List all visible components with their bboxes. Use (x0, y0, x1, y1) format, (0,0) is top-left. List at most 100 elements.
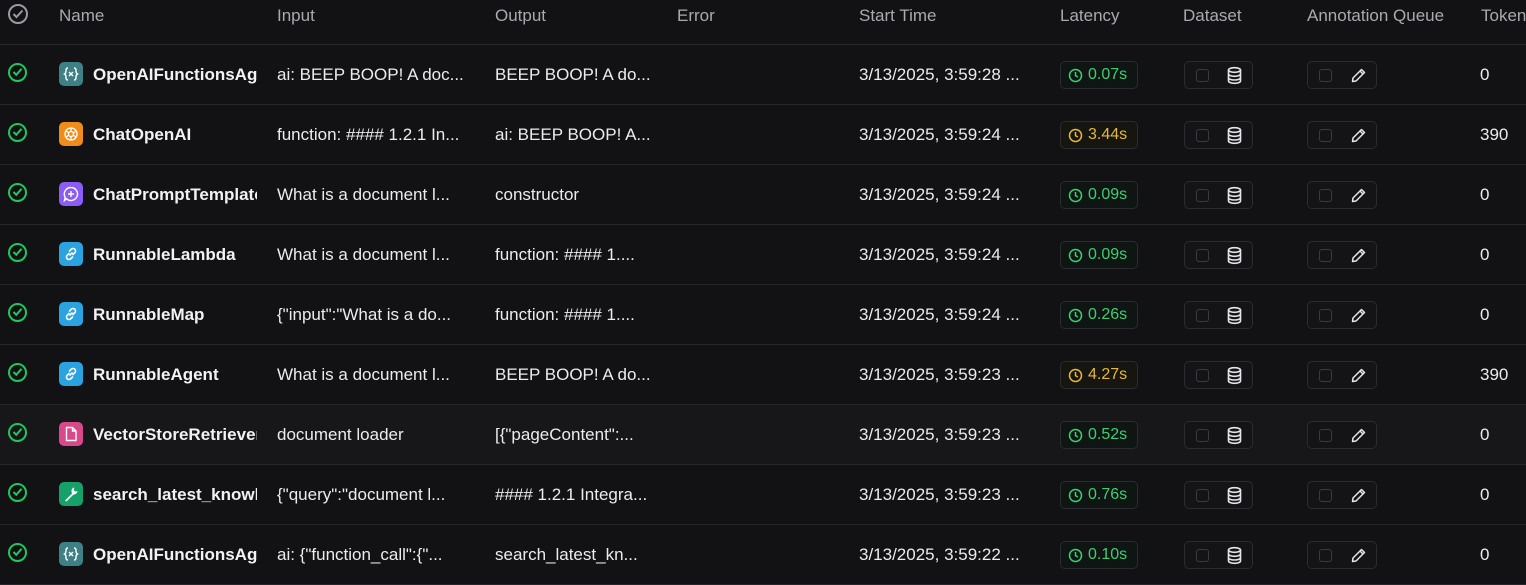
column-header-output[interactable]: Output (495, 0, 546, 44)
dataset-checkbox[interactable] (1196, 69, 1209, 82)
latency-badge: 0.09s (1060, 241, 1138, 269)
pencil-icon (1351, 188, 1366, 203)
success-status-icon (8, 543, 27, 562)
run-name[interactable]: OpenAIFunctionsAgent (93, 45, 257, 104)
add-to-dataset-button[interactable] (1184, 541, 1253, 569)
clock-icon (1068, 128, 1083, 143)
dataset-checkbox[interactable] (1196, 129, 1209, 142)
table-row[interactable]: RunnableLambda What is a document l... f… (0, 225, 1526, 285)
table-row[interactable]: RunnableMap {"input":"What is a do... fu… (0, 285, 1526, 345)
column-header-dataset[interactable]: Dataset (1183, 0, 1242, 44)
run-name[interactable]: search_latest_knowledge (93, 465, 257, 524)
run-tokens: 390 (1480, 125, 1509, 144)
add-to-annotation-queue-button[interactable] (1307, 481, 1377, 509)
add-to-dataset-button[interactable] (1184, 481, 1253, 509)
run-error (677, 465, 847, 524)
annotation-checkbox[interactable] (1319, 309, 1332, 322)
column-header-error[interactable]: Error (677, 0, 715, 44)
run-name[interactable]: OpenAIFunctionsAgent (93, 525, 257, 584)
annotation-checkbox[interactable] (1319, 429, 1332, 442)
add-to-dataset-button[interactable] (1184, 301, 1253, 329)
run-tokens: 0 (1480, 305, 1490, 324)
clock-icon (1068, 488, 1083, 503)
table-row[interactable]: OpenAIFunctionsAgent ai: {"function_call… (0, 525, 1526, 585)
table-row[interactable]: OpenAIFunctionsAgent ai: BEEP BOOP! A do… (0, 45, 1526, 105)
clock-icon (1068, 548, 1083, 563)
column-header-tokens[interactable]: Tokens (1481, 0, 1526, 44)
latency-badge: 0.26s (1060, 301, 1138, 329)
table-row[interactable]: search_latest_knowledge {"query":"docume… (0, 465, 1526, 525)
add-to-dataset-button[interactable] (1184, 121, 1253, 149)
run-name[interactable]: ChatPromptTemplate (93, 165, 257, 224)
column-header-latency[interactable]: Latency (1060, 0, 1120, 44)
annotation-checkbox[interactable] (1319, 69, 1332, 82)
dataset-checkbox[interactable] (1196, 189, 1209, 202)
run-start-time: 3/13/2025, 3:59:23 ... (859, 485, 1020, 504)
success-status-icon (8, 423, 27, 442)
dataset-checkbox[interactable] (1196, 549, 1209, 562)
add-to-annotation-queue-button[interactable] (1307, 121, 1377, 149)
run-input: {"query":"document l... (277, 485, 446, 504)
pencil-icon (1351, 488, 1366, 503)
run-name[interactable]: RunnableLambda (93, 225, 257, 284)
run-start-time: 3/13/2025, 3:59:23 ... (859, 425, 1020, 444)
clock-icon (1068, 248, 1083, 263)
run-input: ai: {"function_call":{"... (277, 545, 443, 564)
add-to-annotation-queue-button[interactable] (1307, 361, 1377, 389)
latency-value: 3.44s (1088, 126, 1128, 143)
select-all-checkbox[interactable] (8, 4, 28, 24)
annotation-checkbox[interactable] (1319, 249, 1332, 262)
latency-value: 0.07s (1088, 66, 1128, 83)
column-header-name[interactable]: Name (59, 0, 104, 44)
add-to-dataset-button[interactable] (1184, 361, 1253, 389)
database-icon (1227, 126, 1242, 145)
annotation-checkbox[interactable] (1319, 489, 1332, 502)
table-row[interactable]: VectorStoreRetriever document loader [{"… (0, 405, 1526, 465)
table-row[interactable]: ChatOpenAI function: #### 1.2.1 In... ai… (0, 105, 1526, 165)
latency-badge: 0.76s (1060, 481, 1138, 509)
column-header-start-time[interactable]: Start Time (859, 0, 936, 44)
latency-badge: 0.09s (1060, 181, 1138, 209)
run-name[interactable]: RunnableMap (93, 285, 257, 344)
add-to-dataset-button[interactable] (1184, 181, 1253, 209)
run-name[interactable]: VectorStoreRetriever (93, 405, 257, 464)
success-status-icon (8, 303, 27, 322)
annotation-checkbox[interactable] (1319, 189, 1332, 202)
add-to-annotation-queue-button[interactable] (1307, 61, 1377, 89)
table-row[interactable]: RunnableAgent What is a document l... BE… (0, 345, 1526, 405)
run-name[interactable]: RunnableAgent (93, 345, 257, 404)
dataset-checkbox[interactable] (1196, 429, 1209, 442)
dataset-checkbox[interactable] (1196, 489, 1209, 502)
annotation-checkbox[interactable] (1319, 549, 1332, 562)
table-row[interactable]: ChatPromptTemplate What is a document l.… (0, 165, 1526, 225)
run-tokens: 0 (1480, 245, 1490, 264)
dataset-checkbox[interactable] (1196, 369, 1209, 382)
run-name[interactable]: ChatOpenAI (93, 105, 257, 164)
run-error (677, 105, 847, 164)
column-header-annotation-queue[interactable]: Annotation Queue (1307, 0, 1444, 44)
add-to-annotation-queue-button[interactable] (1307, 541, 1377, 569)
run-output: [{"pageContent":... (495, 425, 634, 444)
database-icon (1227, 546, 1242, 565)
database-icon (1227, 366, 1242, 385)
success-status-icon (8, 63, 27, 82)
add-to-dataset-button[interactable] (1184, 61, 1253, 89)
add-to-dataset-button[interactable] (1184, 241, 1253, 269)
add-to-dataset-button[interactable] (1184, 421, 1253, 449)
add-to-annotation-queue-button[interactable] (1307, 241, 1377, 269)
latency-badge: 0.52s (1060, 421, 1138, 449)
clock-icon (1068, 308, 1083, 323)
dataset-checkbox[interactable] (1196, 249, 1209, 262)
dataset-checkbox[interactable] (1196, 309, 1209, 322)
column-header-input[interactable]: Input (277, 0, 315, 44)
wrench-icon (59, 482, 83, 506)
add-to-annotation-queue-button[interactable] (1307, 301, 1377, 329)
annotation-checkbox[interactable] (1319, 129, 1332, 142)
annotation-checkbox[interactable] (1319, 369, 1332, 382)
chat-plus-icon (59, 182, 83, 206)
add-to-annotation-queue-button[interactable] (1307, 181, 1377, 209)
latency-value: 0.09s (1088, 186, 1128, 203)
run-tokens: 0 (1480, 545, 1490, 564)
run-input: ai: BEEP BOOP! A doc... (277, 65, 464, 84)
add-to-annotation-queue-button[interactable] (1307, 421, 1377, 449)
